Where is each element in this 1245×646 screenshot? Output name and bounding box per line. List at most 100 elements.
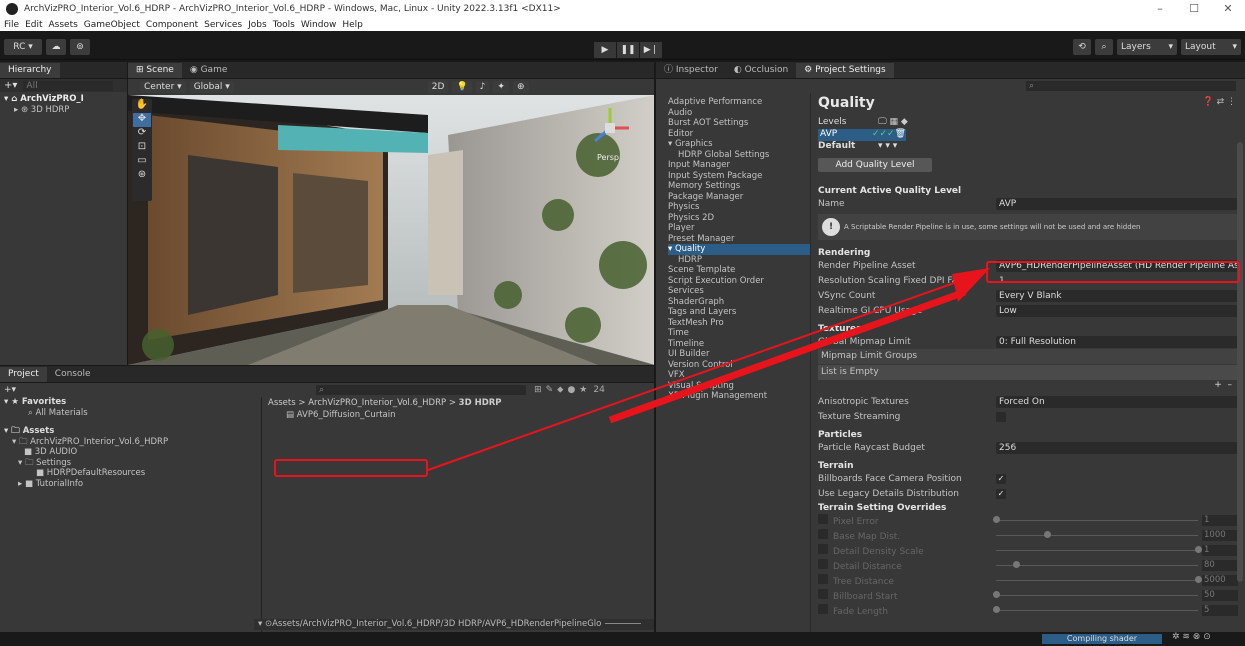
settings-category[interactable]: VFX — [668, 370, 810, 381]
slider-knob[interactable] — [1013, 561, 1021, 569]
scene-gizmo[interactable]: Persp — [585, 103, 635, 162]
settings-category[interactable]: Tags and Layers — [668, 307, 810, 318]
override-slider[interactable]: 50 — [993, 590, 1238, 601]
breadcrumb-item[interactable]: ArchVizPRO_Interior_Vol.6_HDRP — [308, 398, 446, 408]
settings-category[interactable]: ShaderGraph — [668, 297, 810, 308]
override-slider[interactable]: 1 — [996, 545, 1238, 556]
streaming-checkbox[interactable] — [996, 411, 1006, 422]
default-dropdowns[interactable]: ▾ ▾ ▾ — [878, 141, 897, 154]
add-quality-level-button[interactable]: Add Quality Level — [818, 158, 932, 172]
menu-jobs[interactable]: Jobs — [248, 20, 267, 30]
close-button[interactable]: ✕ — [1211, 0, 1245, 18]
billboards-checkbox[interactable]: ✓ — [996, 473, 1006, 484]
settings-category[interactable]: Version Control — [668, 360, 810, 371]
menu-tools[interactable]: Tools — [273, 20, 295, 30]
menu-services[interactable]: Services — [204, 20, 242, 30]
override-checkbox[interactable] — [818, 574, 828, 584]
settings-category[interactable]: Burst AOT Settings — [668, 118, 810, 129]
mode-2d-button[interactable]: 2D — [427, 81, 449, 93]
settings-folder[interactable]: ▾ 🗀 Settings — [0, 458, 261, 469]
settings-category[interactable]: HDRP — [668, 255, 810, 266]
slider-knob[interactable] — [993, 606, 1000, 614]
project-search-input[interactable]: ⌕ — [316, 384, 527, 395]
gizmos-toggle-icon[interactable]: ⊕ — [512, 81, 529, 93]
slider-knob[interactable] — [993, 516, 1000, 524]
play-button[interactable]: ▶ — [594, 42, 616, 58]
cloud-icon[interactable]: ☁ — [46, 39, 66, 55]
settings-category[interactable]: Scene Template — [668, 265, 810, 276]
slider-knob[interactable] — [1043, 531, 1051, 539]
rendering-row-value[interactable]: Every V Blank — [996, 289, 1238, 302]
project-root-folder[interactable]: ▾ 🗀 ArchVizPRO_Interior_Vol.6_HDRP — [0, 437, 261, 448]
slider-knob[interactable] — [1195, 546, 1202, 554]
menu-file[interactable]: File — [4, 20, 19, 30]
rect-tool-icon[interactable]: ▭ — [137, 155, 146, 169]
breadcrumb-item[interactable]: Assets — [268, 398, 296, 408]
lighting-toggle-icon[interactable]: 💡 — [452, 81, 472, 93]
aniso-dropdown[interactable]: Forced On — [996, 395, 1238, 408]
override-slider[interactable]: 5 — [993, 605, 1238, 616]
hierarchy-item[interactable]: ▸ ⊛ 3D HDRP — [4, 105, 127, 116]
settings-category[interactable]: Physics 2D — [668, 213, 810, 224]
settings-category[interactable]: Time — [668, 328, 810, 339]
settings-category[interactable]: TextMesh Pro — [668, 318, 810, 329]
override-value[interactable]: 50 — [1202, 590, 1238, 601]
tab-occlusion[interactable]: ◐ Occlusion — [726, 63, 796, 78]
settings-category[interactable]: Script Execution Order — [668, 276, 810, 287]
settings-category[interactable]: HDRP Global Settings — [668, 150, 810, 161]
tutorial-folder[interactable]: ▸ ■ TutorialInfo — [0, 479, 261, 490]
move-tool-icon[interactable]: ✥ — [133, 113, 151, 127]
override-checkbox[interactable] — [818, 559, 828, 569]
settings-category[interactable]: Visual Scripting — [668, 381, 810, 392]
settings-scrollbar[interactable] — [1237, 142, 1243, 582]
effects-toggle-icon[interactable]: ✦ — [493, 81, 509, 93]
tab-scene[interactable]: ⊞ Scene — [128, 63, 182, 78]
menu-assets[interactable]: Assets — [49, 20, 78, 30]
settings-category[interactable]: Physics — [668, 202, 810, 213]
minimize-button[interactable]: – — [1143, 0, 1177, 18]
settings-category[interactable]: Memory Settings — [668, 181, 810, 192]
list-add-remove-buttons[interactable]: + – — [818, 380, 1238, 394]
tab-console[interactable]: Console — [47, 367, 99, 382]
pause-button[interactable]: ❚❚ — [617, 42, 639, 58]
add-icon[interactable]: +▾ — [4, 385, 16, 395]
rendering-row-value[interactable]: Low — [996, 304, 1238, 317]
settings-category[interactable]: UI Builder — [668, 349, 810, 360]
override-checkbox[interactable] — [818, 604, 828, 614]
level-checkmarks[interactable]: ✓✓✓ — [872, 129, 895, 141]
legacy-checkbox[interactable]: ✓ — [996, 488, 1006, 499]
history-icon[interactable]: ⟲ — [1073, 39, 1091, 55]
favorites-header[interactable]: ▾ ★ Favorites — [0, 397, 261, 408]
status-icons[interactable]: ✲ ≋ ⊗ ⊙ — [1172, 632, 1211, 642]
folder-item[interactable]: ■ 3D AUDIO — [0, 447, 261, 458]
settings-category[interactable]: Package Manager — [668, 192, 810, 203]
settings-category[interactable]: Preset Manager — [668, 234, 810, 245]
settings-category[interactable]: ▾ Graphics — [668, 139, 810, 150]
trash-icon[interactable]: 🗑 — [895, 129, 906, 141]
add-icon[interactable]: +▾ — [4, 80, 17, 91]
name-field[interactable]: AVP — [996, 197, 1238, 210]
override-checkbox[interactable] — [818, 544, 828, 554]
settings-category[interactable]: XR Plugin Management — [668, 391, 810, 402]
menu-gameobject[interactable]: GameObject — [84, 20, 140, 30]
menu-component[interactable]: Component — [146, 20, 198, 30]
override-value[interactable]: 1 — [1202, 515, 1238, 526]
override-slider[interactable]: 1 — [993, 515, 1238, 526]
account-dropdown[interactable]: RC ▾ — [4, 39, 42, 55]
settings-search-input[interactable]: ⌕ — [1026, 81, 1236, 91]
override-value[interactable]: 5000 — [1202, 575, 1238, 586]
hierarchy-search-input[interactable]: All — [23, 80, 113, 91]
override-slider[interactable]: 1000 — [996, 530, 1238, 541]
override-checkbox[interactable] — [818, 529, 828, 539]
favorite-item[interactable]: ⌕ All Materials — [0, 408, 261, 419]
hierarchy-root[interactable]: ▾ ⌂ ArchVizPRO_I — [4, 94, 127, 105]
menu-help[interactable]: Help — [342, 20, 363, 30]
settings-category[interactable]: Input Manager — [668, 160, 810, 171]
hand-tool-icon[interactable]: ✋ — [136, 99, 148, 113]
transform-tool-icon[interactable]: ⊛ — [138, 169, 146, 183]
collab-icon[interactable]: ⊚ — [70, 39, 90, 55]
override-checkbox[interactable] — [818, 514, 828, 524]
menu-window[interactable]: Window — [301, 20, 337, 30]
tab-project[interactable]: Project — [0, 367, 47, 382]
asset-file[interactable]: ▤ AVP6_Diffusion_Curtain — [286, 410, 654, 421]
